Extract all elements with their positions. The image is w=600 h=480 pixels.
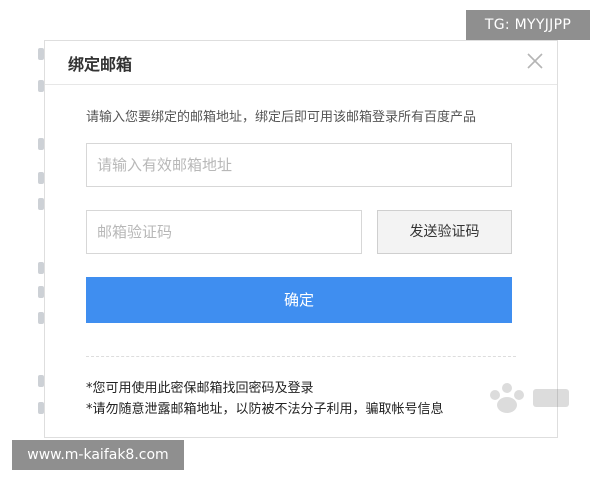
- email-code-input[interactable]: [86, 210, 362, 254]
- note-warning: *请勿随意泄露邮箱地址，以防被不法分子利用，骗取帐号信息: [86, 402, 444, 417]
- dialog-header: 绑定邮箱: [45, 41, 557, 85]
- overlay-site-label: www.m-kaifak8.com: [12, 440, 184, 470]
- dashed-divider: [86, 356, 516, 357]
- dialog-title: 绑定邮箱: [68, 55, 133, 74]
- send-code-button[interactable]: 发送验证码: [377, 210, 512, 254]
- confirm-button[interactable]: 确定: [86, 277, 512, 323]
- instruction-text: 请输入您要绑定的邮箱地址，绑定后即可用该邮箱登录所有百度产品: [86, 110, 477, 125]
- background-page-residue: [0, 40, 44, 440]
- watermark-logo: [490, 383, 569, 413]
- close-icon: [527, 53, 543, 69]
- note-recovery: *您可用使用此密保邮箱找回密码及登录: [86, 381, 314, 396]
- bind-email-dialog: 绑定邮箱 请输入您要绑定的邮箱地址，绑定后即可用该邮箱登录所有百度产品 发送验证…: [44, 40, 569, 438]
- overlay-contact-label: TG: MYYJJPP: [466, 10, 590, 40]
- screenshot-root: 绑定邮箱 请输入您要绑定的邮箱地址，绑定后即可用该邮箱登录所有百度产品 发送验证…: [0, 0, 600, 480]
- close-button[interactable]: [523, 49, 547, 73]
- email-input[interactable]: [86, 143, 512, 187]
